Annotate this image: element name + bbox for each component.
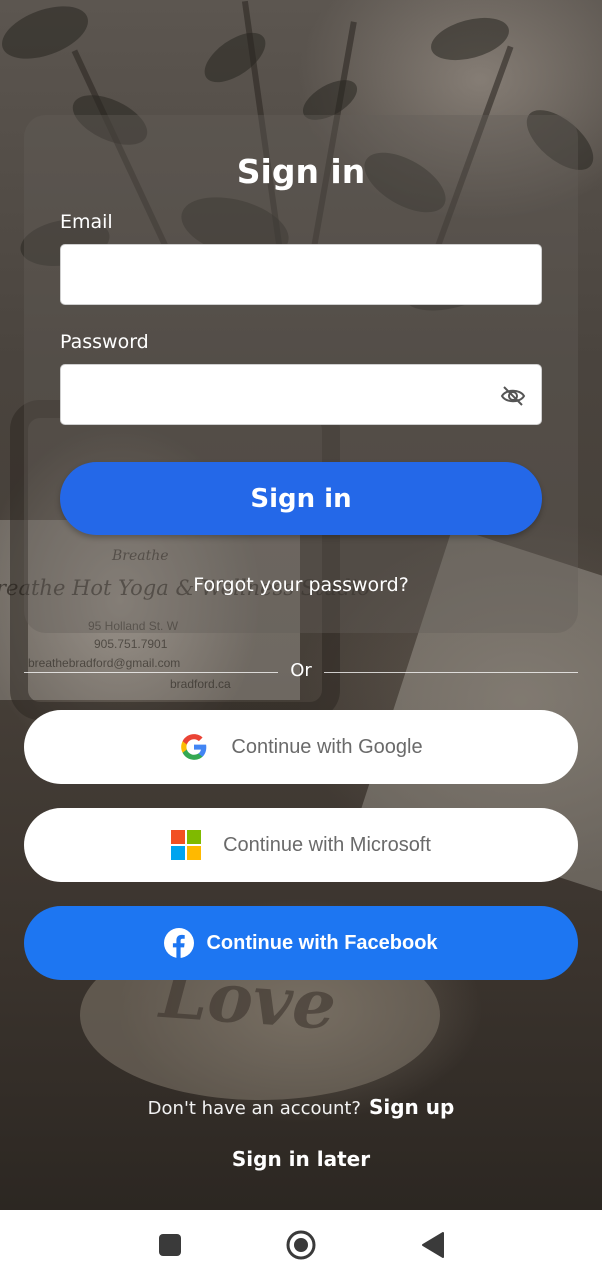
email-field[interactable] [61, 245, 541, 304]
email-field-box [60, 244, 542, 305]
email-label: Email [60, 211, 113, 233]
facebook-icon [164, 928, 195, 958]
microsoft-button[interactable]: Continue with Microsoft [24, 808, 578, 882]
signup-row: Don't have an account? Sign up [0, 1095, 602, 1119]
sign-in-later-link[interactable]: Sign in later [0, 1147, 602, 1171]
navigation-bar [0, 1210, 602, 1280]
facebook-button[interactable]: Continue with Facebook [24, 906, 578, 980]
account-question: Don't have an account? [147, 1098, 361, 1119]
microsoft-icon [171, 830, 202, 860]
facebook-button-label: Continue with Facebook [206, 931, 438, 954]
print-web: bradford.ca [170, 677, 231, 691]
password-label: Password [60, 331, 149, 353]
sign-up-link[interactable]: Sign up [369, 1095, 454, 1119]
print-email: breathebradford@gmail.com [28, 656, 181, 670]
page-title: Sign in [236, 152, 366, 191]
password-field-box [60, 364, 542, 425]
divider-or: Or [290, 660, 312, 681]
eye-off-icon[interactable] [499, 383, 527, 409]
sign-in-button[interactable]: Sign in [60, 462, 542, 535]
google-button-label: Continue with Google [231, 735, 423, 758]
square-icon[interactable] [159, 1234, 181, 1256]
divider-line-right [324, 672, 578, 673]
divider-line-left [24, 672, 278, 673]
triangle-back-icon[interactable] [421, 1231, 445, 1259]
google-button[interactable]: Continue with Google [24, 710, 578, 784]
password-field[interactable] [61, 365, 541, 424]
microsoft-button-label: Continue with Microsoft [223, 833, 431, 856]
circle-icon[interactable] [286, 1230, 316, 1260]
print-phone: 905.751.7901 [94, 637, 168, 651]
forgot-password-link[interactable]: Forgot your password? [0, 574, 602, 596]
google-icon [179, 732, 209, 762]
